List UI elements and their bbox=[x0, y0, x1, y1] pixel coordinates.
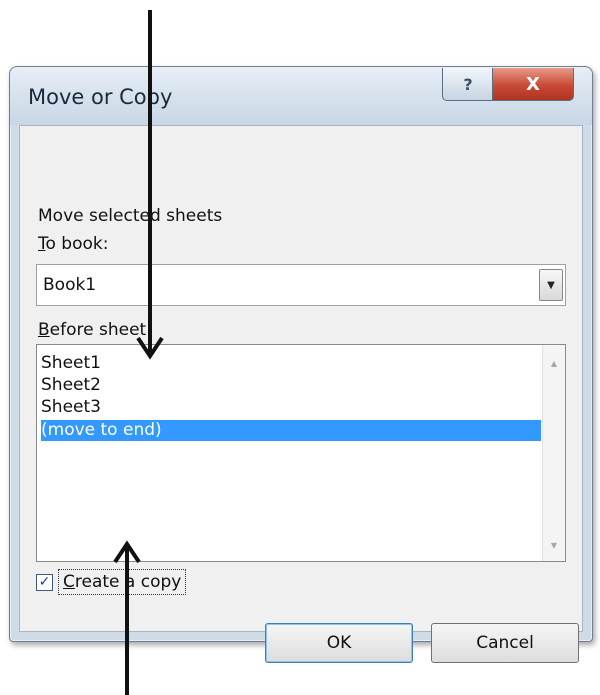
chevron-down-icon: ▼ bbox=[547, 279, 555, 291]
dropdown-arrow-button[interactable]: ▼ bbox=[539, 269, 563, 301]
to-book-label: To book: bbox=[38, 234, 108, 254]
scroll-up-icon[interactable]: ▲ bbox=[543, 353, 565, 373]
ok-button[interactable]: OK bbox=[265, 623, 413, 663]
create-copy-mnemonic: C bbox=[63, 572, 75, 592]
create-copy-label-text: reate a copy bbox=[74, 572, 182, 592]
close-button[interactable]: X bbox=[492, 68, 574, 101]
question-mark-icon: ? bbox=[463, 74, 473, 94]
move-or-copy-dialog: Move or Copy ? X Move selected sheets To… bbox=[9, 66, 593, 663]
before-sheet-label: Before sheet: bbox=[38, 320, 152, 340]
close-x-icon: X bbox=[526, 73, 540, 95]
help-button[interactable]: ? bbox=[442, 68, 494, 101]
to-book-label-text: o book: bbox=[45, 234, 109, 254]
create-copy-label[interactable]: Create a copy bbox=[58, 569, 187, 595]
before-sheet-label-text: efore sheet: bbox=[49, 320, 152, 340]
cancel-button[interactable]: Cancel bbox=[431, 623, 579, 663]
dialog-title: Move or Copy bbox=[28, 85, 173, 109]
to-book-mnemonic: T bbox=[38, 234, 46, 254]
create-copy-checkbox[interactable]: ✓ bbox=[36, 574, 53, 591]
before-sheet-mnemonic: B bbox=[38, 320, 50, 340]
list-scrollbar[interactable]: ▲ ▼ bbox=[542, 345, 565, 561]
to-book-value: Book1 bbox=[43, 275, 97, 295]
list-item-sheet3[interactable]: Sheet3 bbox=[41, 397, 541, 418]
dialog-body: Move selected sheets To book: Book1 ▼ Be… bbox=[19, 125, 583, 663]
to-book-dropdown[interactable]: Book1 ▼ bbox=[36, 264, 566, 306]
title-bar[interactable]: Move or Copy ? X bbox=[10, 67, 592, 125]
list-item-sheet2[interactable]: Sheet2 bbox=[41, 375, 541, 396]
list-item-move-to-end[interactable]: (move to end) bbox=[41, 420, 541, 441]
scroll-down-icon[interactable]: ▼ bbox=[543, 535, 565, 555]
checkmark-icon: ✓ bbox=[38, 574, 51, 590]
list-item-sheet1[interactable]: Sheet1 bbox=[41, 353, 541, 374]
before-sheet-list[interactable]: Sheet1 Sheet2 Sheet3 (move to end) ▲ ▼ bbox=[36, 344, 566, 562]
move-selected-label: Move selected sheets bbox=[38, 206, 223, 226]
